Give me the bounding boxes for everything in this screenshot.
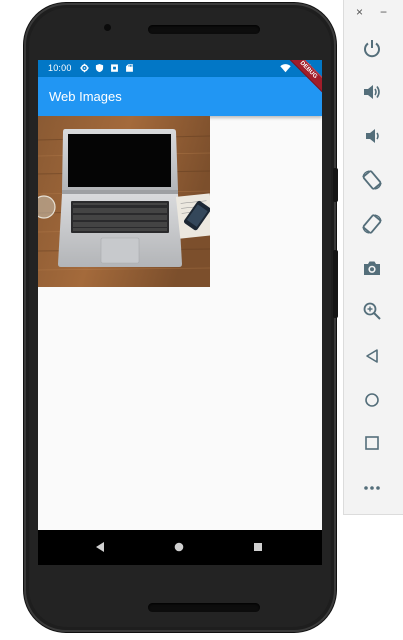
power-button[interactable]: [360, 36, 384, 60]
volume-down-icon: [366, 129, 379, 143]
rotate-left-icon: [362, 170, 382, 190]
status-bar: 10:00: [38, 60, 322, 77]
camera-icon: [364, 261, 380, 275]
volume-down-button[interactable]: [360, 124, 384, 148]
more-icon: [364, 486, 380, 490]
more-button[interactable]: [360, 476, 384, 500]
back-icon[interactable]: [93, 540, 107, 554]
front-camera: [104, 24, 111, 31]
shield-icon: [95, 63, 104, 73]
wifi-icon: [280, 64, 291, 73]
rotate-right-icon: [362, 214, 382, 234]
home-button[interactable]: [360, 388, 384, 412]
recents-icon[interactable]: [251, 540, 265, 554]
gear-icon: [80, 63, 89, 73]
overview-icon: [365, 436, 379, 450]
zoom-icon: [363, 302, 381, 320]
rotate-left-button[interactable]: [360, 168, 384, 192]
close-emulator-button[interactable]: ×: [356, 6, 363, 18]
volume-up-icon: [364, 85, 380, 99]
emulator-toolbar: × −: [343, 0, 403, 515]
device-screen: 10:00 Web Images DEBUG: [38, 60, 322, 565]
side-button-volume: [333, 250, 338, 318]
android-nav-bar: [38, 530, 322, 565]
status-time: 10:00: [48, 63, 72, 73]
volume-up-button[interactable]: [360, 80, 384, 104]
rotate-right-button[interactable]: [360, 212, 384, 236]
sd-card-icon: [126, 64, 133, 72]
sim-icon: [111, 64, 118, 72]
side-button-power: [333, 168, 338, 202]
top-speaker: [148, 25, 260, 34]
app-bar: Web Images: [38, 77, 322, 116]
laptop-photo-image[interactable]: [38, 116, 210, 287]
app-title: Web Images: [49, 89, 122, 104]
content-area: [38, 116, 322, 530]
minimize-emulator-button[interactable]: −: [380, 6, 387, 18]
power-icon: [364, 40, 380, 58]
bottom-speaker: [148, 603, 260, 612]
home-icon: [365, 393, 379, 407]
home-icon[interactable]: [172, 540, 186, 554]
back-button[interactable]: [360, 344, 384, 368]
back-icon: [366, 349, 378, 363]
zoom-button[interactable]: [360, 299, 384, 323]
overview-button[interactable]: [360, 431, 384, 455]
screenshot-button[interactable]: [360, 256, 384, 280]
